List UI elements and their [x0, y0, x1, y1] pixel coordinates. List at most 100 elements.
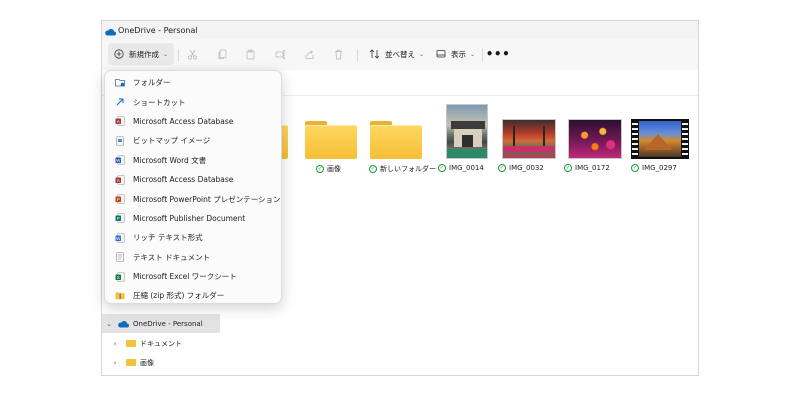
file-view: ✓ ✓ 画像 ✓ 新しいフォルダー	[222, 96, 698, 375]
file-name: 画像	[327, 165, 341, 173]
chevron-right-icon[interactable]: ›	[110, 340, 120, 348]
publisher-icon: P	[115, 213, 125, 224]
menu-item-zip-folder[interactable]: 圧縮 (zip 形式) フォルダー	[105, 286, 281, 305]
view-button-label: 表示	[451, 49, 466, 59]
chevron-down-icon: ⌄	[470, 50, 476, 58]
file-name: IMG_0032	[509, 164, 544, 172]
chevron-right-icon[interactable]: ›	[110, 359, 120, 367]
sync-check-icon: ✓	[498, 164, 506, 172]
rename-icon[interactable]	[274, 48, 286, 60]
nav-item-documents[interactable]: › ドキュメント	[102, 334, 182, 353]
sort-button[interactable]: 並べ替え ⌄	[365, 43, 428, 65]
nav-item-pictures[interactable]: › 画像	[102, 353, 154, 372]
navigation-pane: ⌄ OneDrive - Personal › ドキュメント › 画像	[102, 313, 222, 375]
sync-check-icon: ✓	[316, 165, 324, 173]
menu-item-bitmap-image[interactable]: ビットマップ イメージ	[105, 131, 281, 150]
access-icon: A	[115, 116, 125, 127]
delete-icon[interactable]	[332, 48, 344, 60]
menu-item-label: Microsoft Word 文書	[133, 155, 207, 165]
nav-item-label: OneDrive - Personal	[133, 319, 203, 328]
excel-icon: X	[115, 271, 125, 282]
svg-text:P: P	[117, 197, 120, 202]
menu-item-shortcut[interactable]: ショートカット	[105, 92, 281, 111]
chevron-down-icon: ⌄	[163, 50, 169, 58]
file-name: IMG_0172	[575, 164, 610, 172]
bitmap-icon	[115, 136, 125, 146]
view-button[interactable]: 表示 ⌄	[432, 43, 479, 65]
onedrive-cloud-icon	[117, 320, 129, 328]
plus-circle-icon	[114, 49, 124, 59]
powerpoint-icon: P	[115, 194, 125, 204]
chevron-down-icon[interactable]: ⌄	[104, 320, 114, 328]
new-button[interactable]: 新規作成 ⌄	[108, 43, 175, 65]
video-thumbnail	[631, 114, 689, 159]
cut-icon[interactable]	[186, 48, 198, 60]
folder-icon	[115, 78, 125, 88]
menu-item-label: ビットマップ イメージ	[133, 136, 211, 146]
chevron-down-icon: ⌄	[419, 50, 425, 58]
file-label: ✓ IMG_0032	[498, 164, 572, 172]
menu-item-label: フォルダー	[133, 78, 171, 88]
menu-item-label: ショートカット	[133, 97, 186, 107]
paste-icon[interactable]	[244, 48, 256, 60]
menu-item-access-database[interactable]: A Microsoft Access Database	[105, 170, 281, 189]
menu-item-access-database[interactable]: A Microsoft Access Database	[105, 112, 281, 131]
menu-item-text-document[interactable]: テキスト ドキュメント	[105, 248, 281, 267]
toolbar-divider	[482, 49, 483, 61]
new-button-label: 新規作成	[129, 49, 159, 59]
image-tile[interactable]: ✓ IMG_0172	[564, 114, 624, 182]
menu-item-label: Microsoft Publisher Document	[133, 213, 246, 223]
command-bar: 新規作成 ⌄ 並べ替え ⌄ 表示 ⌄ •••	[102, 39, 698, 70]
menu-item-folder[interactable]: フォルダー	[105, 73, 281, 92]
copy-icon[interactable]	[216, 48, 228, 60]
menu-item-label: 圧縮 (zip 形式) フォルダー	[133, 291, 225, 301]
image-tile[interactable]: ✓ IMG_0014	[438, 104, 496, 182]
window-title: OneDrive - Personal	[118, 25, 198, 35]
image-thumbnail	[568, 114, 622, 159]
menu-item-label: Microsoft PowerPoint プレゼンテーション	[133, 194, 281, 204]
svg-text:A: A	[117, 178, 120, 183]
nav-item-onedrive[interactable]: ⌄ OneDrive - Personal	[102, 314, 220, 333]
menu-item-label: テキスト ドキュメント	[133, 252, 211, 262]
file-label: ✓ IMG_0172	[564, 164, 638, 172]
menu-item-label: Microsoft Access Database	[133, 116, 234, 126]
menu-item-label: Microsoft Excel ワークシート	[133, 272, 237, 282]
toolbar-divider	[357, 49, 358, 61]
menu-item-word-document[interactable]: W Microsoft Word 文書	[105, 151, 281, 170]
menu-item-label: リッチ テキスト形式	[133, 233, 203, 243]
rtf-icon: W	[115, 233, 125, 243]
file-name: IMG_0297	[642, 164, 677, 172]
share-icon[interactable]	[303, 48, 315, 60]
image-thumbnail	[440, 97, 494, 159]
onedrive-cloud-icon	[104, 21, 116, 40]
sync-check-icon: ✓	[564, 164, 572, 172]
folder-tile[interactable]: ✓ 画像	[302, 114, 360, 182]
file-name: 新しいフォルダー	[380, 165, 436, 173]
word-icon: W	[115, 155, 125, 165]
menu-item-label: Microsoft Access Database	[133, 175, 234, 185]
image-thumbnail	[502, 114, 556, 159]
folder-icon	[126, 340, 136, 347]
svg-text:A: A	[117, 119, 120, 124]
access-icon: A	[115, 174, 125, 185]
file-label: ✓ IMG_0297	[631, 164, 698, 172]
menu-item-rich-text[interactable]: W リッチ テキスト形式	[105, 228, 281, 247]
nav-item-label: ドキュメント	[140, 339, 182, 348]
shortcut-icon	[115, 97, 125, 107]
zip-folder-icon	[115, 291, 125, 301]
file-label: ✓ 新しいフォルダー	[369, 164, 443, 174]
folder-icon	[304, 114, 358, 159]
svg-text:P: P	[117, 216, 120, 221]
menu-item-powerpoint[interactable]: P Microsoft PowerPoint プレゼンテーション	[105, 189, 281, 208]
more-options-button[interactable]: •••	[486, 43, 510, 65]
menu-item-publisher[interactable]: P Microsoft Publisher Document	[105, 209, 281, 228]
video-tile[interactable]: ✓ IMG_0297	[631, 114, 689, 182]
image-tile[interactable]: ✓ IMG_0032	[498, 114, 558, 182]
new-item-menu: フォルダー ショートカット A Microsoft Access Databas…	[104, 70, 282, 304]
menu-item-excel-worksheet[interactable]: X Microsoft Excel ワークシート	[105, 267, 281, 286]
file-name: IMG_0014	[449, 164, 484, 172]
view-layout-icon	[436, 49, 446, 59]
sort-button-label: 並べ替え	[385, 49, 415, 59]
title-bar: OneDrive - Personal	[102, 21, 698, 39]
folder-tile[interactable]: ✓ 新しいフォルダー	[367, 114, 436, 182]
